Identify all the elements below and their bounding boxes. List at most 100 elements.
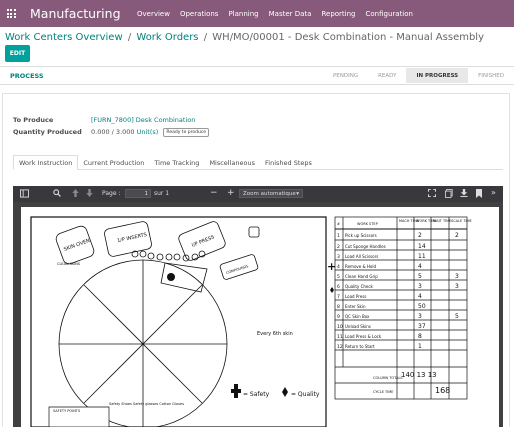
zoom-in-button[interactable]: + xyxy=(227,188,235,198)
tab-time-tracking[interactable]: Time Tracking xyxy=(149,155,204,170)
zoom-select[interactable]: Zoom automatique ▾ xyxy=(239,189,303,198)
zoom-select-value: Zoom automatique xyxy=(243,191,296,197)
menu-operations[interactable]: Operations xyxy=(175,10,223,18)
table-header-wait: WAIT TIME xyxy=(433,219,451,223)
step-scale-time: 3 xyxy=(455,283,459,290)
step-number: 5 xyxy=(337,274,340,280)
step-number: 12 xyxy=(337,344,343,350)
table-header-work-step: WORK STEP xyxy=(357,222,378,226)
menu-overview[interactable]: Overview xyxy=(132,10,175,18)
step-description: QC Skin Box xyxy=(345,314,370,319)
legend-quality-icon xyxy=(282,387,288,397)
menu-master-data[interactable]: Master Data xyxy=(264,10,317,18)
apps-grid-icon[interactable] xyxy=(0,0,22,27)
tab-work-instruction[interactable]: Work Instruction xyxy=(13,155,79,170)
tab-miscellaneous[interactable]: Miscellaneous xyxy=(204,155,260,170)
next-page-icon[interactable] xyxy=(86,189,93,199)
tab-finished-steps[interactable]: Finished Steps xyxy=(260,155,317,170)
step-work-time: 11 xyxy=(418,253,426,260)
legend-safety-label: = Safety xyxy=(243,391,270,398)
menu-configuration[interactable]: Configuration xyxy=(361,10,418,18)
breadcrumb-work-orders[interactable]: Work Orders xyxy=(136,32,198,43)
breadcrumb-work-centers[interactable]: Work Centers Overview xyxy=(5,32,123,43)
stage-finished[interactable]: FINISHED xyxy=(468,68,514,83)
menu-reporting[interactable]: Reporting xyxy=(316,10,360,18)
step-work-time: 50 xyxy=(418,303,426,310)
download-icon[interactable] xyxy=(460,189,468,199)
chevron-down-icon: ▾ xyxy=(296,191,299,197)
breadcrumb: Work Centers Overview / Work Orders / WH… xyxy=(5,32,484,43)
step-description: Remove & Hold xyxy=(345,264,376,269)
step-description: Cut Sponge Handles xyxy=(345,244,386,249)
step-description: Return to Start xyxy=(345,344,375,349)
tools-menu-icon[interactable]: » xyxy=(491,188,496,197)
cycle-time-value: 168 xyxy=(435,386,450,395)
step-description: Unload Skins xyxy=(345,324,371,329)
page-label: Page : xyxy=(102,190,121,197)
page-total: sur 1 xyxy=(154,190,170,197)
search-icon[interactable] xyxy=(53,189,61,199)
app-brand[interactable]: Manufacturing xyxy=(30,6,128,21)
zoom-out-button[interactable]: − xyxy=(210,188,218,198)
top-navbar: Manufacturing Overview Operations Planni… xyxy=(0,0,514,27)
page-number-input[interactable]: 1 xyxy=(125,189,151,198)
step-description: Load Press xyxy=(345,294,366,299)
step-number: 10 xyxy=(337,324,343,330)
station-label-skin-oven: SKIN OVEN xyxy=(63,238,91,253)
legend-quality-label: = Quality xyxy=(291,391,320,398)
breadcrumb-separator: / xyxy=(127,32,132,43)
pdf-toolbar: Page : 1 sur 1 − + Zoom automatique ▾ » xyxy=(13,186,503,202)
quality-diamond-icon xyxy=(330,287,334,293)
breadcrumb-current: WH/MO/00001 - Desk Combination - Manual … xyxy=(212,32,485,43)
stage-ready[interactable]: READY xyxy=(368,68,406,83)
step-work-time: 5 xyxy=(418,273,422,280)
column-totals-label: COLUMN TOTALS xyxy=(373,376,403,380)
edit-button[interactable]: EDIT xyxy=(5,45,30,62)
step-number: 3 xyxy=(337,254,340,260)
step-work-time: 14 xyxy=(418,243,426,250)
step-number: 8 xyxy=(337,304,340,310)
table-header-number: # xyxy=(337,222,340,226)
step-description: Quality Check xyxy=(345,284,374,289)
table-header-scale: SCALE TIME xyxy=(451,219,472,223)
station-label-press: I/P PRESS xyxy=(191,234,215,248)
tab-current-production[interactable]: Current Production xyxy=(78,155,149,170)
step-work-time: 4 xyxy=(418,293,422,300)
column-totals-value: 140 13 13 xyxy=(401,371,437,379)
work-instruction-drawing: # WORK STEP MACH TIME WORK TIME WAIT TIM… xyxy=(30,216,472,427)
open-file-icon[interactable] xyxy=(445,189,453,200)
bookmark-icon[interactable] xyxy=(476,189,482,200)
step-work-time: 37 xyxy=(418,323,426,330)
pdf-viewer: Page : 1 sur 1 − + Zoom automatique ▾ » xyxy=(13,186,503,427)
step-number: 1 xyxy=(337,233,340,239)
step-description: Pick up Scissors xyxy=(345,233,377,238)
step-description: Clean Hand Grip xyxy=(345,274,378,279)
safety-points-label: SAFETY POINTS xyxy=(53,409,81,413)
divider xyxy=(0,84,514,85)
to-produce-value[interactable]: [FURN_7800] Desk Combination xyxy=(91,116,195,124)
safety-gear-note: Safety Shoes Safety glasses Cotton Glove… xyxy=(109,402,184,406)
step-scale-time: 2 xyxy=(455,232,459,239)
status-badge: Ready to produce xyxy=(163,128,210,137)
to-produce-label: To Produce xyxy=(13,116,54,124)
process-button[interactable]: PROCESS xyxy=(10,72,44,80)
fullscreen-icon[interactable] xyxy=(427,188,437,199)
step-work-time: 3 xyxy=(418,283,422,290)
sidebar-toggle-icon[interactable] xyxy=(20,189,29,200)
cycle-time-label: CYCLE TIME xyxy=(373,390,393,394)
quantity-produced-label: Quantity Produced xyxy=(13,128,82,136)
menu-planning[interactable]: Planning xyxy=(223,10,263,18)
quantity-unit[interactable]: Unit(s) xyxy=(137,128,159,136)
station-label-clean-skins: CLEAN SKINS xyxy=(57,262,81,266)
step-number: 7 xyxy=(337,294,340,300)
stage-pending[interactable]: PENDING xyxy=(323,68,368,83)
step-work-time: 3 xyxy=(418,313,422,320)
step-number: 4 xyxy=(337,264,340,270)
every-sixth-skin-note: Every 6th skin xyxy=(257,331,293,337)
step-number: 6 xyxy=(337,284,340,290)
status-bar: PENDING READY IN PROGRESS FINISHED xyxy=(323,68,514,83)
previous-page-icon[interactable] xyxy=(72,189,79,199)
step-description: Enter Skin xyxy=(345,304,366,309)
stage-in-progress[interactable]: IN PROGRESS xyxy=(406,68,469,83)
step-work-time: 1 xyxy=(418,343,422,350)
